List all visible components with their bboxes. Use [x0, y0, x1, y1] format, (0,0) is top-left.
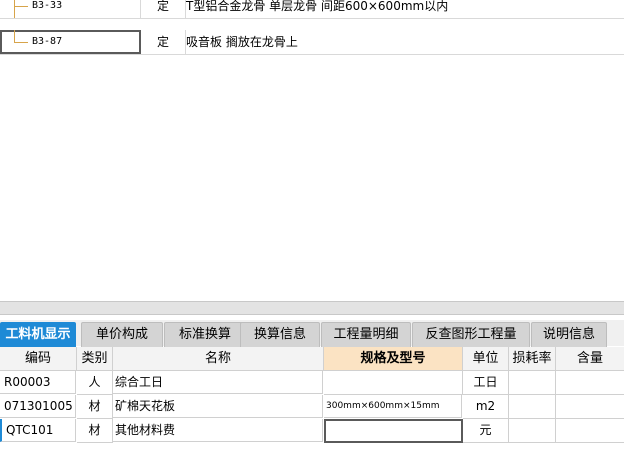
- quota-row[interactable]: B3-87 定 吸音板 搁放在龙骨上: [0, 30, 624, 55]
- tab-standard-conversion[interactable]: 标准换算: [164, 322, 246, 347]
- tab-description[interactable]: 说明信息: [531, 322, 607, 347]
- cell-name[interactable]: 综合工日: [113, 371, 323, 394]
- cell-name[interactable]: 其他材料费: [113, 419, 323, 442]
- cell-quantity[interactable]: [556, 395, 624, 419]
- tree-connector: [14, 30, 15, 42]
- cell-spec[interactable]: 300mm×600mm×15mm: [324, 395, 462, 418]
- tab-conversion-info[interactable]: 换算信息: [240, 322, 320, 347]
- quota-name: T型铝合金龙骨 单层龙骨 间距600×600mm以内: [186, 0, 449, 13]
- cell-category[interactable]: 材: [77, 395, 113, 419]
- cell-quantity[interactable]: [556, 419, 624, 443]
- tab-unit-price[interactable]: 单价构成: [81, 322, 163, 347]
- cell-spec[interactable]: [324, 371, 463, 395]
- quota-row[interactable]: B3-33 定 T型铝合金龙骨 单层龙骨 间距600×600mm以内: [0, 0, 624, 19]
- header-code[interactable]: 编码: [0, 347, 77, 371]
- cell-spec-editing[interactable]: [324, 419, 463, 443]
- cell-code[interactable]: 071301005: [0, 395, 76, 418]
- cell-category[interactable]: 材: [77, 419, 113, 443]
- header-category[interactable]: 类别: [77, 347, 113, 371]
- quota-type: 定: [141, 0, 186, 18]
- cell-category[interactable]: 人: [77, 371, 113, 395]
- cell-name[interactable]: 矿棉天花板: [113, 395, 323, 418]
- tab-reverse-lookup[interactable]: 反查图形工程量: [412, 322, 530, 347]
- header-quantity[interactable]: 含量: [556, 347, 624, 371]
- tree-connector: [14, 0, 15, 18]
- code-cell[interactable]: B3-33: [0, 0, 141, 18]
- cell-code[interactable]: QTC101: [0, 419, 76, 442]
- quota-name: 吸音板 搁放在龙骨上: [186, 35, 298, 49]
- cell-loss-rate[interactable]: [509, 371, 556, 395]
- tab-quantity-detail[interactable]: 工程量明细: [321, 322, 411, 347]
- quota-code: B3-87: [32, 36, 63, 47]
- cell-unit[interactable]: m2: [463, 395, 509, 419]
- panel-splitter[interactable]: [0, 301, 624, 315]
- tab-materials[interactable]: 工料机显示: [0, 322, 76, 347]
- cell-loss-rate[interactable]: [509, 419, 556, 443]
- code-cell-selected[interactable]: B3-87: [0, 30, 141, 54]
- quota-code: B3-33: [32, 0, 63, 11]
- header-name[interactable]: 名称: [113, 347, 324, 371]
- detail-tab-bar: 工料机显示 单价构成 标准换算 换算信息 工程量明细 反查图形工程量 说明信息: [0, 320, 624, 347]
- cell-unit[interactable]: 元: [463, 419, 509, 443]
- header-loss-rate[interactable]: 损耗率: [509, 347, 556, 371]
- cell-loss-rate[interactable]: [509, 395, 556, 419]
- tree-branch: [14, 6, 28, 7]
- header-unit[interactable]: 单位: [463, 347, 509, 371]
- cell-code[interactable]: R00003: [0, 371, 76, 394]
- cell-unit[interactable]: 工日: [463, 371, 509, 395]
- cell-quantity[interactable]: [556, 371, 624, 395]
- quota-type: 定: [141, 30, 186, 54]
- tree-branch: [14, 42, 28, 43]
- header-spec[interactable]: 规格及型号: [324, 347, 463, 371]
